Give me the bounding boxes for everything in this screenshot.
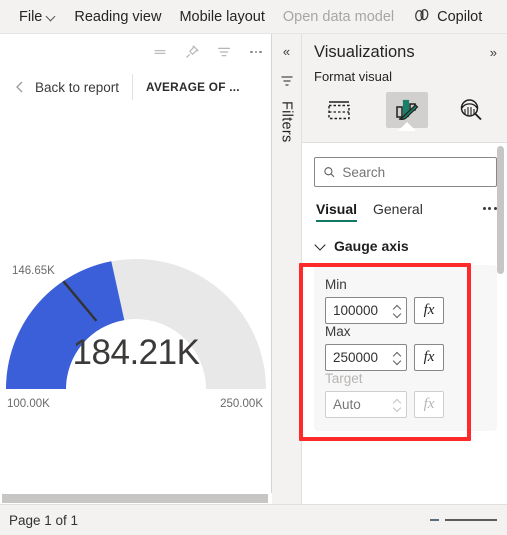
format-pane-scrollbar[interactable] xyxy=(497,146,504,535)
zoom-slider[interactable] xyxy=(445,518,497,522)
format-visual-subtitle: Format visual xyxy=(314,69,393,84)
target-input[interactable] xyxy=(333,397,391,412)
analytics-icon xyxy=(460,99,482,121)
build-visual-icon xyxy=(328,101,350,120)
target-row: fx xyxy=(325,391,486,418)
menu-item-copilot-label: Copilot xyxy=(437,8,483,25)
target-field-group: Target fx xyxy=(325,371,486,418)
min-spinner-arrows[interactable] xyxy=(393,304,402,317)
max-fx-button[interactable]: fx xyxy=(414,344,444,371)
filters-rail: « Filters xyxy=(272,34,302,504)
chevron-up-icon[interactable] xyxy=(393,398,402,403)
max-row: fx xyxy=(325,344,486,371)
format-pane-body: Visual General Gauge axis Min xyxy=(302,142,507,535)
max-field-group: Max fx xyxy=(325,324,486,371)
zoom-control xyxy=(430,518,497,522)
menu-item-file[interactable]: File xyxy=(10,0,65,34)
target-spinner-arrows[interactable] xyxy=(393,398,402,411)
filter-bars-icon[interactable] xyxy=(279,73,295,89)
search-container xyxy=(302,143,507,187)
max-input[interactable] xyxy=(333,350,391,365)
filters-rail-label[interactable]: Filters xyxy=(279,101,295,143)
min-field-group: Min fx xyxy=(325,277,486,324)
tab-visual[interactable]: Visual xyxy=(316,201,357,222)
gauge-axis-section-title: Gauge axis xyxy=(334,238,409,254)
gauge-max-label: 250.00K xyxy=(220,398,263,410)
menu-item-file-label: File xyxy=(19,8,43,25)
visual-header-toolbar xyxy=(151,40,265,64)
min-input[interactable] xyxy=(333,303,391,318)
menu-item-mobile-layout[interactable]: Mobile layout xyxy=(170,0,273,34)
chevron-up-icon[interactable] xyxy=(393,304,402,309)
page-title: Visualizations xyxy=(314,43,415,61)
canvas-horizontal-scrollbar[interactable] xyxy=(0,493,272,504)
search-box[interactable] xyxy=(314,157,497,187)
report-header: Back to report AVERAGE OF ... xyxy=(0,70,272,104)
chevron-double-left-icon[interactable]: « xyxy=(283,44,290,59)
target-fx-button[interactable]: fx xyxy=(414,391,444,418)
analytics-icon-button[interactable] xyxy=(450,92,492,128)
back-to-report-link[interactable]: Back to report xyxy=(35,80,119,95)
chevron-down-icon[interactable] xyxy=(393,312,402,317)
search-icon xyxy=(324,167,335,178)
header-divider xyxy=(132,74,134,100)
zoom-out-icon[interactable] xyxy=(430,519,439,521)
filter-icon[interactable] xyxy=(215,43,233,61)
gauge-value-label: 184.21K xyxy=(72,333,200,372)
page-indicator: Page 1 of 1 xyxy=(9,512,79,528)
selected-mode-caret xyxy=(398,122,416,131)
gauge-axis-section-header[interactable]: Gauge axis xyxy=(302,222,507,254)
visualizations-title-row: Visualizations » xyxy=(302,34,507,62)
chevron-down-icon xyxy=(47,12,56,21)
max-label: Max xyxy=(325,324,351,339)
visualizations-pane: Visualizations » Format visual Search Vi… xyxy=(302,34,507,535)
chevron-up-icon[interactable] xyxy=(393,351,402,356)
max-spinner-arrows[interactable] xyxy=(393,351,402,364)
target-label: Target xyxy=(325,371,363,386)
gauge-visual: 146.65K 184.21K 100.00K 250.00K xyxy=(0,184,272,424)
tab-general[interactable]: General xyxy=(373,201,423,222)
visual-title: AVERAGE OF ... xyxy=(146,80,240,94)
min-label: Min xyxy=(325,277,347,292)
power-bi-window: File Reading view Mobile layout Open dat… xyxy=(0,0,507,535)
max-stepper[interactable] xyxy=(325,344,407,371)
gauge-target-label: 146.65K xyxy=(12,265,55,277)
gauge-axis-properties-card: Min fx Max xyxy=(314,265,497,431)
pin-icon[interactable] xyxy=(183,43,201,61)
collapse-icon[interactable] xyxy=(151,43,169,61)
more-options-icon[interactable] xyxy=(247,43,265,61)
menu-item-reading-view[interactable]: Reading view xyxy=(65,0,170,34)
chevron-down-icon[interactable] xyxy=(393,406,402,411)
chevron-down-icon[interactable] xyxy=(393,359,402,364)
chevron-down-icon xyxy=(316,241,326,251)
min-stepper[interactable] xyxy=(325,297,407,324)
menu-item-open-data-model[interactable]: Open data model xyxy=(274,0,403,34)
search-input[interactable] xyxy=(342,164,488,180)
status-bar: Page 1 of 1 xyxy=(0,504,507,535)
format-tabs: Visual General xyxy=(302,187,507,222)
format-visual-icon xyxy=(396,99,419,120)
visual-mode-icon-group xyxy=(302,84,507,131)
min-row: fx xyxy=(325,297,486,324)
chevron-left-icon[interactable] xyxy=(12,79,28,95)
target-stepper[interactable] xyxy=(325,391,407,418)
chevron-double-right-icon[interactable]: » xyxy=(490,45,497,60)
more-options-icon[interactable] xyxy=(482,207,497,216)
build-visual-icon-button[interactable] xyxy=(318,92,360,128)
min-fx-button[interactable]: fx xyxy=(414,297,444,324)
menu-item-copilot[interactable]: Copilot xyxy=(403,0,491,34)
gauge-min-label: 100.00K xyxy=(7,398,50,410)
copilot-icon xyxy=(415,8,429,21)
report-canvas: Back to report AVERAGE OF ... 146.65K 18… xyxy=(0,34,272,504)
top-menu-bar: File Reading view Mobile layout Open dat… xyxy=(0,0,507,34)
